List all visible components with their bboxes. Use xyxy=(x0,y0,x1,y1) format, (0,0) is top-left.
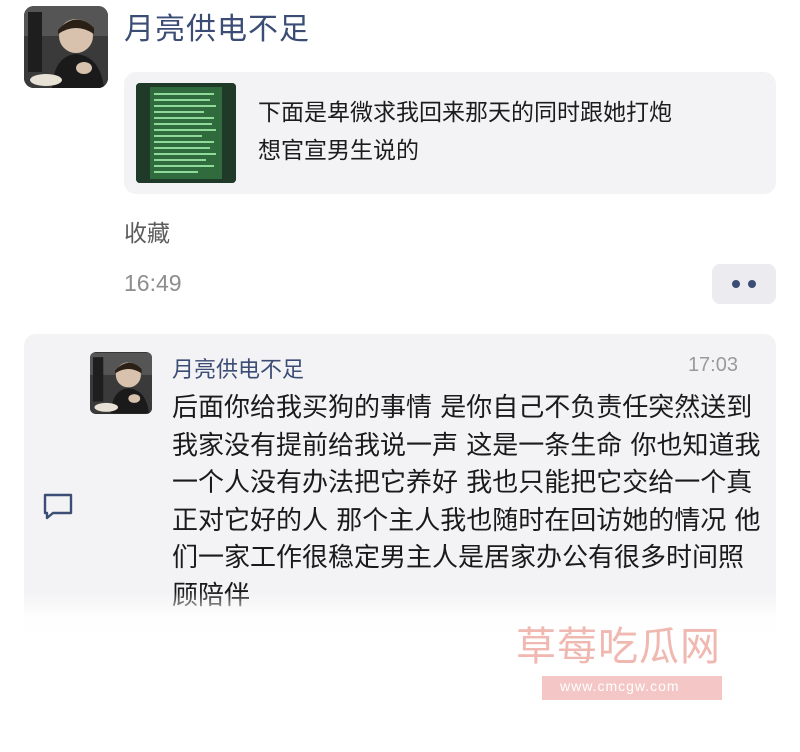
more-button[interactable] xyxy=(712,264,776,304)
note-preview-text: 下面是卑微求我回来那天的同时跟她打炮 想官宣男生说的 xyxy=(258,94,758,170)
message-body: 后面你给我买狗的事情 是你自己不负责任突然送到我家没有提前给我说一声 这是一条生… xyxy=(172,393,761,611)
more-dots-icon xyxy=(732,280,756,288)
message-sender-name[interactable]: 月亮供电不足 xyxy=(172,352,304,384)
chat-screen: 月亮供电不足 下面是卑微求我回来那天的同时跟她打炮 想官宣男生说的 收藏 16:… xyxy=(0,0,800,752)
sender-name[interactable]: 月亮供电不足 xyxy=(124,4,310,48)
note-thumbnail xyxy=(136,83,236,183)
avatar-photo xyxy=(90,352,152,414)
watermark-url: www.cmcgw.com xyxy=(560,678,680,694)
forwarded-note-card[interactable]: 下面是卑微求我回来那天的同时跟她打炮 想官宣男生说的 xyxy=(124,72,776,194)
note-line-1: 下面是卑微求我回来那天的同时跟她打炮 xyxy=(258,100,672,126)
avatar-photo xyxy=(24,6,108,88)
collect-label: 收藏 xyxy=(124,221,170,247)
message-time: 17:03 xyxy=(687,354,738,376)
note-line-2: 想官宣男生说的 xyxy=(258,138,419,164)
comment-icon[interactable] xyxy=(40,488,76,524)
message-sender-avatar[interactable] xyxy=(90,352,152,414)
timestamp: 16:49 xyxy=(124,270,182,296)
watermark-title: 草莓吃瓜网 xyxy=(516,624,721,670)
sender-avatar[interactable] xyxy=(24,6,108,88)
